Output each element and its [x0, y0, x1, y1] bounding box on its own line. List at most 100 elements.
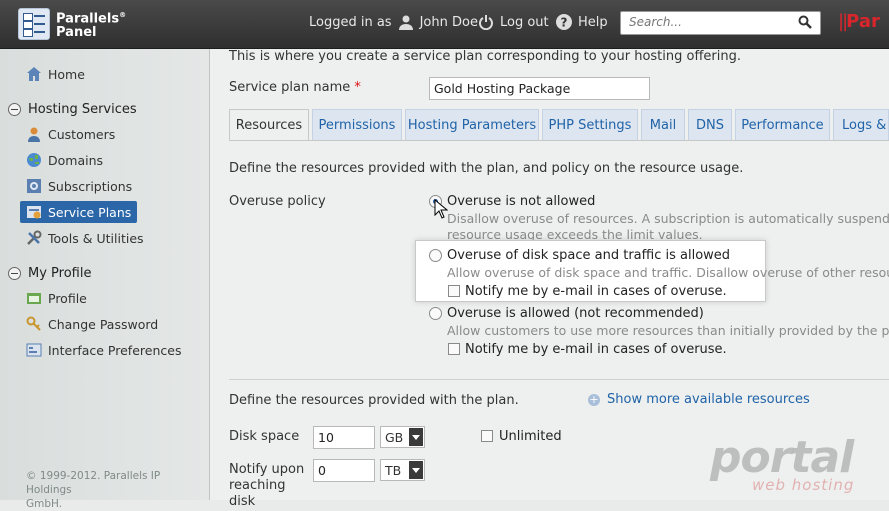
sidebar-group-profile-label: My Profile	[28, 266, 92, 281]
option-title-disk-traffic: Overuse of disk space and traffic is all…	[447, 248, 731, 263]
option-desc-disk-traffic: Allow overuse of disk space and traffic.…	[447, 265, 889, 280]
disk-space-input[interactable]	[313, 426, 375, 449]
sidebar-group-hosting-label: Hosting Services	[28, 102, 137, 117]
notify-upon-line1: Notify upon	[229, 462, 305, 477]
plan-name-label: Service plan name *	[229, 80, 361, 95]
sidebar-group-hosting-services[interactable]: Hosting Services	[8, 102, 137, 117]
mouse-cursor-icon	[434, 199, 448, 219]
notify-upon-line3: disk	[229, 494, 256, 509]
help-button[interactable]: ? Help	[556, 14, 608, 30]
help-label: Help	[578, 14, 608, 30]
overuse-policy-label: Overuse policy	[229, 194, 326, 209]
checkbox-unlimited[interactable]	[481, 430, 493, 442]
show-more-resources-link[interactable]: + Show more available resources	[588, 392, 810, 407]
service-plan-icon	[27, 206, 41, 219]
tab-mail[interactable]: Mail	[641, 109, 685, 140]
tab-hosting-parameters[interactable]: Hosting Parameters	[405, 109, 539, 140]
search-input[interactable]	[621, 12, 789, 32]
sidebar-item-subscriptions[interactable]: Subscriptions	[26, 175, 132, 197]
tab-permissions[interactable]: Permissions	[312, 109, 402, 140]
sidebar-item-profile[interactable]: Profile	[26, 287, 87, 309]
customer-icon	[28, 127, 40, 142]
radio-overuse-allowed[interactable]	[429, 307, 442, 320]
chevron-down-icon	[409, 461, 423, 479]
tools-icon	[27, 230, 42, 245]
show-more-label: Show more available resources	[607, 392, 810, 407]
notify-label-disk-traffic: Notify me by e-mail in cases of overuse.	[465, 284, 727, 299]
notify-threshold-input[interactable]	[313, 459, 375, 482]
logged-in-prefix: Logged in as	[309, 14, 392, 30]
section-divider	[229, 379, 889, 380]
option-desc-allowed: Allow customers to use more resources th…	[447, 323, 889, 338]
sidebar-customers-label: Customers	[48, 126, 116, 142]
collapse-icon	[8, 103, 21, 116]
home-icon	[27, 67, 41, 81]
notify-upon-label: Notify upon reaching disk	[229, 462, 304, 510]
tab-performance[interactable]: Performance	[735, 109, 830, 140]
copyright-line1: © 1999-2012. Parallels IP Holdings	[26, 470, 161, 496]
user-icon	[398, 15, 413, 30]
notify-unit-select[interactable]: TB	[380, 459, 425, 481]
sidebar-group-my-profile[interactable]: My Profile	[8, 266, 91, 281]
checkbox-notify-allowed[interactable]	[448, 343, 460, 355]
power-icon	[479, 15, 493, 30]
tab-bar: Resources Permissions Hosting Parameters…	[229, 109, 889, 141]
sidebar-item-tools[interactable]: Tools & Utilities	[26, 227, 144, 249]
sidebar-domains-label: Domains	[48, 152, 104, 168]
plan-name-input[interactable]	[429, 77, 650, 100]
intro-text: This is where you create a service plan …	[229, 49, 742, 64]
logged-in-info: Logged in as John Doe	[309, 14, 478, 30]
logo-icon	[18, 8, 50, 40]
sidebar-profile-label: Profile	[48, 290, 87, 306]
checkbox-notify-disk-traffic[interactable]	[448, 285, 460, 297]
option-title-allowed: Overuse is allowed (not recommended)	[447, 306, 704, 321]
define-resources-short: Define the resources provided with the p…	[229, 393, 519, 408]
top-header: Parallels® Panel Logged in as John Doe L…	[0, 0, 889, 49]
tab-dns[interactable]: DNS	[688, 109, 732, 140]
search-box	[620, 11, 821, 35]
copyright-line2: GmbH.	[26, 498, 63, 510]
tab-logs[interactable]: Logs & S	[833, 109, 889, 140]
disk-space-label: Disk space	[229, 429, 300, 444]
disk-unit-value: GB	[385, 429, 404, 445]
sidebar-change-password-label: Change Password	[48, 316, 159, 332]
search-icon[interactable]	[798, 15, 812, 29]
sidebar-home-label: Home	[48, 66, 85, 82]
tab-php-settings[interactable]: PHP Settings	[542, 109, 638, 140]
svg-text:?: ?	[561, 16, 568, 30]
sidebar-item-home[interactable]: Home	[26, 63, 85, 85]
chevron-down-icon	[409, 428, 423, 446]
copyright-text: © 1999-2012. Parallels IP Holdings GmbH.	[26, 469, 206, 511]
user-name-link[interactable]: John Doe	[420, 15, 478, 30]
sidebar-tools-label: Tools & Utilities	[48, 230, 144, 246]
sidebar-item-service-plans[interactable]: Service Plans	[20, 201, 138, 223]
unlimited-label: Unlimited	[499, 429, 562, 444]
tab-resources[interactable]: Resources	[229, 109, 309, 141]
logo-line2: Panel	[56, 24, 97, 40]
option-desc-not-allowed-1: Disallow overuse of resources. A subscri…	[447, 211, 889, 226]
sidebar-item-domains[interactable]: Domains	[26, 149, 103, 171]
globe-icon	[27, 153, 41, 167]
option-title-not-allowed: Overuse is not allowed	[447, 194, 596, 209]
logout-button[interactable]: Log out	[478, 14, 549, 30]
brand-right-text: Par	[846, 11, 880, 32]
parallels-brand-logo: ||Par	[838, 11, 880, 32]
notify-unit-value: TB	[385, 462, 402, 478]
help-icon: ?	[556, 14, 572, 30]
sidebar: Home Hosting Services Customers Domains …	[0, 49, 210, 500]
sidebar-interface-preferences-label: Interface Preferences	[48, 342, 182, 358]
radio-overuse-disk-traffic[interactable]	[429, 249, 442, 262]
sidebar-item-customers[interactable]: Customers	[26, 123, 115, 145]
disk-unit-select[interactable]: GB	[380, 426, 425, 448]
required-mark: *	[354, 80, 361, 95]
plan-name-label-text: Service plan name	[229, 80, 351, 95]
logout-label: Log out	[500, 14, 549, 30]
define-resources-text: Define the resources provided with the p…	[229, 161, 744, 176]
plus-icon: +	[588, 392, 600, 406]
watermark-subtext: web hosting	[752, 476, 855, 494]
sidebar-item-interface-preferences[interactable]: Interface Preferences	[26, 339, 181, 361]
sidebar-item-change-password[interactable]: Change Password	[26, 313, 158, 335]
parallels-logo[interactable]: Parallels® Panel	[18, 8, 126, 40]
collapse-icon	[8, 267, 21, 280]
preferences-icon	[26, 343, 42, 357]
